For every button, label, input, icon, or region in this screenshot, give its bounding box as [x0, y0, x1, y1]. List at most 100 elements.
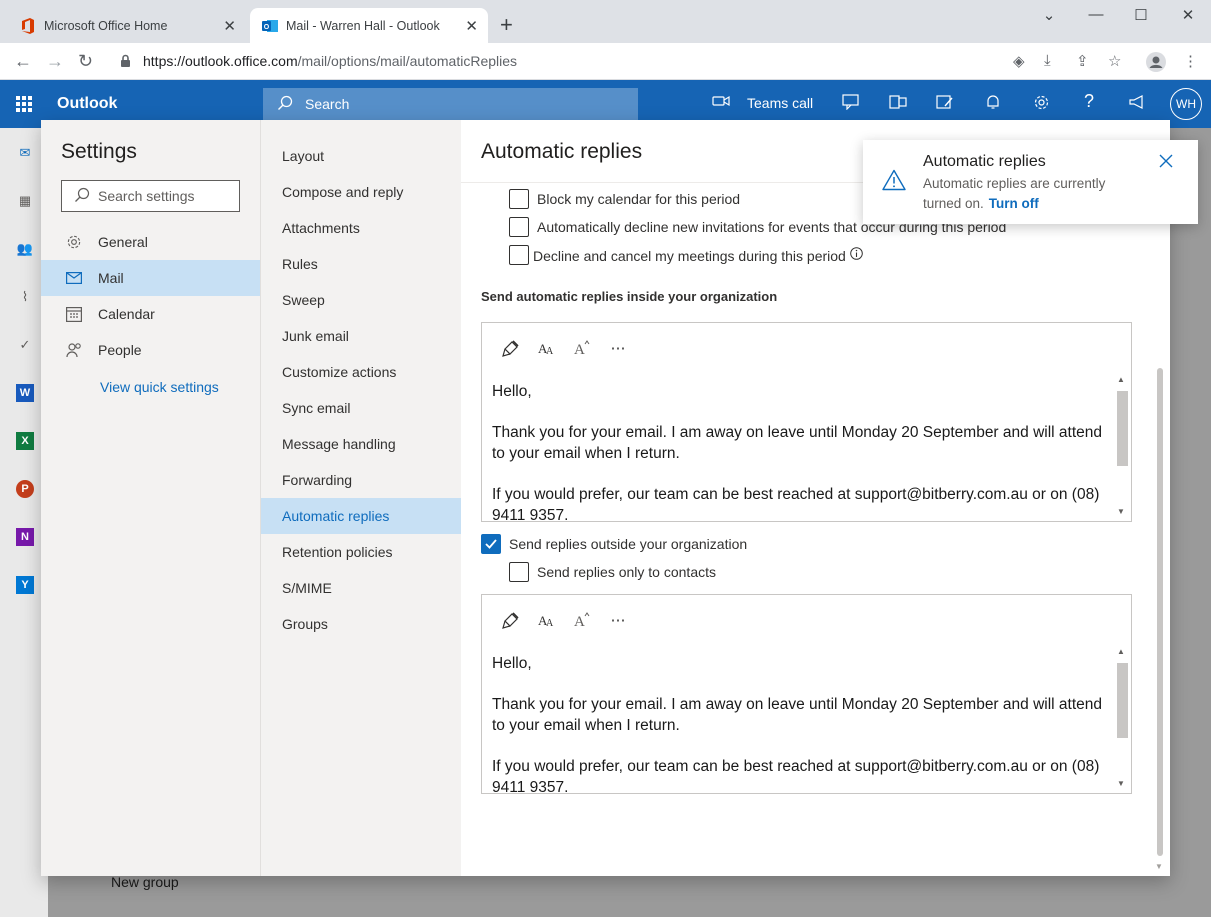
excel-icon[interactable]: X [16, 432, 34, 450]
browser-tab-office-home[interactable]: Microsoft Office Home ✕ [8, 8, 246, 43]
url-field[interactable]: https://outlook.office.com/mail/options/… [143, 53, 517, 69]
subnav-item-forwarding[interactable]: Forwarding [261, 462, 461, 498]
powerpoint-icon[interactable]: P [16, 480, 34, 498]
font-size-icon[interactable]: AA [536, 609, 558, 631]
subnav-item-rules[interactable]: Rules [261, 246, 461, 282]
forward-arrow-icon[interactable]: → [46, 51, 64, 72]
onenote-icon[interactable]: N [16, 528, 34, 546]
checkmark-icon [485, 539, 497, 549]
gear-icon [65, 234, 83, 250]
extension-icon[interactable]: ◈ [1013, 52, 1025, 70]
subnav-item-junk-email[interactable]: Junk email [261, 318, 461, 354]
help-icon[interactable]: ? [1084, 91, 1094, 112]
outside-message-body[interactable]: Hello, Thank you for your email. I am aw… [492, 653, 1112, 793]
subnav-item-automatic-replies[interactable]: Automatic replies [261, 498, 461, 534]
settings-category-mail[interactable]: Mail [41, 260, 260, 296]
scroll-up-icon[interactable]: ▲ [1117, 647, 1125, 656]
paperclip-icon[interactable]: ⌇ [16, 288, 34, 306]
teams-call-button[interactable]: Teams call [747, 95, 813, 111]
bookmark-star-icon[interactable]: ☆ [1108, 52, 1121, 70]
my-day-icon[interactable] [936, 94, 954, 115]
chevron-down-icon[interactable]: ⌄ [1034, 6, 1064, 24]
lock-icon[interactable] [120, 54, 131, 71]
scroll-down-icon[interactable]: ▼ [1155, 862, 1163, 871]
subnav-item-attachments[interactable]: Attachments [261, 210, 461, 246]
font-color-icon[interactable]: A [571, 609, 593, 631]
category-label: General [98, 234, 148, 250]
editor-scrollbar[interactable]: ▲ ▼ [1115, 373, 1129, 519]
gear-icon[interactable] [1033, 94, 1050, 116]
more-options-icon[interactable]: ⋯ [607, 337, 629, 359]
block-calendar-checkbox[interactable] [509, 189, 529, 209]
yammer-icon[interactable]: Y [16, 576, 34, 594]
editor-scrollbar[interactable]: ▲ ▼ [1115, 645, 1129, 791]
video-call-icon[interactable] [712, 94, 730, 113]
minimize-icon[interactable]: — [1081, 6, 1111, 23]
install-app-icon[interactable]: ⤓ [1044, 52, 1051, 69]
scroll-up-icon[interactable]: ▲ [1117, 375, 1125, 384]
feedback-megaphone-icon[interactable] [1129, 94, 1147, 115]
reload-icon[interactable]: ↻ [78, 51, 93, 72]
maximize-icon[interactable]: ☐ [1126, 6, 1156, 24]
inside-message-body[interactable]: Hello, Thank you for your email. I am aw… [492, 381, 1112, 522]
send-outside-checkbox[interactable] [481, 534, 501, 554]
app-name[interactable]: Outlook [57, 95, 117, 113]
subnav-item-sweep[interactable]: Sweep [261, 282, 461, 318]
settings-category-general[interactable]: General [41, 224, 260, 260]
subnav-item-sync-email[interactable]: Sync email [261, 390, 461, 426]
avatar[interactable]: WH [1170, 88, 1202, 120]
scroll-down-icon[interactable]: ▼ [1117, 507, 1125, 516]
browser-menu-icon[interactable]: ⋮ [1183, 52, 1198, 70]
info-icon[interactable] [850, 247, 863, 263]
contacts-only-checkbox[interactable] [509, 562, 529, 582]
turn-off-link[interactable]: Turn off [989, 196, 1039, 211]
settings-category-calendar[interactable]: Calendar [41, 296, 260, 332]
close-icon[interactable] [1159, 154, 1173, 171]
subnav-item-smime[interactable]: S/MIME [261, 570, 461, 606]
format-painter-icon[interactable] [500, 609, 522, 631]
close-tab-icon[interactable]: ✕ [465, 17, 478, 35]
scroll-down-icon[interactable]: ▼ [1117, 779, 1125, 788]
font-size-icon[interactable]: AA [536, 337, 558, 359]
calendar-icon[interactable]: ▦ [16, 192, 34, 210]
new-tab-icon[interactable]: + [500, 12, 513, 38]
view-quick-settings-link[interactable]: View quick settings [100, 379, 219, 395]
share-icon[interactable]: ⇪ [1076, 52, 1089, 70]
mail-icon[interactable]: ✉ [16, 144, 34, 162]
profile-icon[interactable] [1146, 52, 1166, 76]
decline-cancel-checkbox[interactable] [509, 245, 529, 265]
decline-invitations-checkbox[interactable] [509, 217, 529, 237]
search-settings-input[interactable]: Search settings [61, 180, 240, 212]
chat-icon[interactable] [842, 94, 860, 115]
more-options-icon[interactable]: ⋯ [607, 609, 629, 631]
browser-tab-outlook[interactable]: O Mail - Warren Hall - Outlook ✕ [250, 8, 488, 43]
subnav-item-message-handling[interactable]: Message handling [261, 426, 461, 462]
word-icon[interactable]: W [16, 384, 34, 402]
bell-icon[interactable] [985, 94, 1001, 115]
office-apps-icon[interactable] [889, 94, 907, 115]
subnav-item-customize-actions[interactable]: Customize actions [261, 354, 461, 390]
message-line-2: If you would prefer, our team can be bes… [492, 486, 1100, 522]
back-arrow-icon[interactable]: ← [14, 51, 32, 72]
close-tab-icon[interactable]: ✕ [223, 17, 236, 35]
window-close-icon[interactable]: ✕ [1173, 6, 1203, 24]
outside-reply-editor[interactable]: AA A ⋯ Hello, Thank you for your email. … [481, 594, 1132, 794]
automatic-replies-toast: Automatic replies Automatic replies are … [863, 140, 1198, 224]
todo-check-icon[interactable]: ✓ [16, 336, 34, 354]
scroll-thumb[interactable] [1117, 663, 1128, 738]
mail-settings-subnav: Layout Compose and reply Attachments Rul… [260, 120, 461, 876]
inside-reply-editor[interactable]: AA A ⋯ Hello, Thank you for your email. … [481, 322, 1132, 522]
font-color-icon[interactable]: A [571, 337, 593, 359]
panel-scrollbar[interactable] [1157, 368, 1163, 856]
scroll-thumb[interactable] [1117, 391, 1128, 466]
people-icon[interactable]: 👥 [16, 240, 34, 258]
subnav-item-compose-and-reply[interactable]: Compose and reply [261, 174, 461, 210]
format-painter-icon[interactable] [500, 337, 522, 359]
subnav-item-layout[interactable]: Layout [261, 138, 461, 174]
search-box[interactable]: Search [263, 88, 638, 120]
url-path: /mail/options/mail/automaticReplies [297, 53, 518, 69]
subnav-item-retention-policies[interactable]: Retention policies [261, 534, 461, 570]
app-launcher-icon[interactable] [16, 96, 32, 112]
settings-category-people[interactable]: People [41, 332, 260, 368]
subnav-item-groups[interactable]: Groups [261, 606, 461, 642]
